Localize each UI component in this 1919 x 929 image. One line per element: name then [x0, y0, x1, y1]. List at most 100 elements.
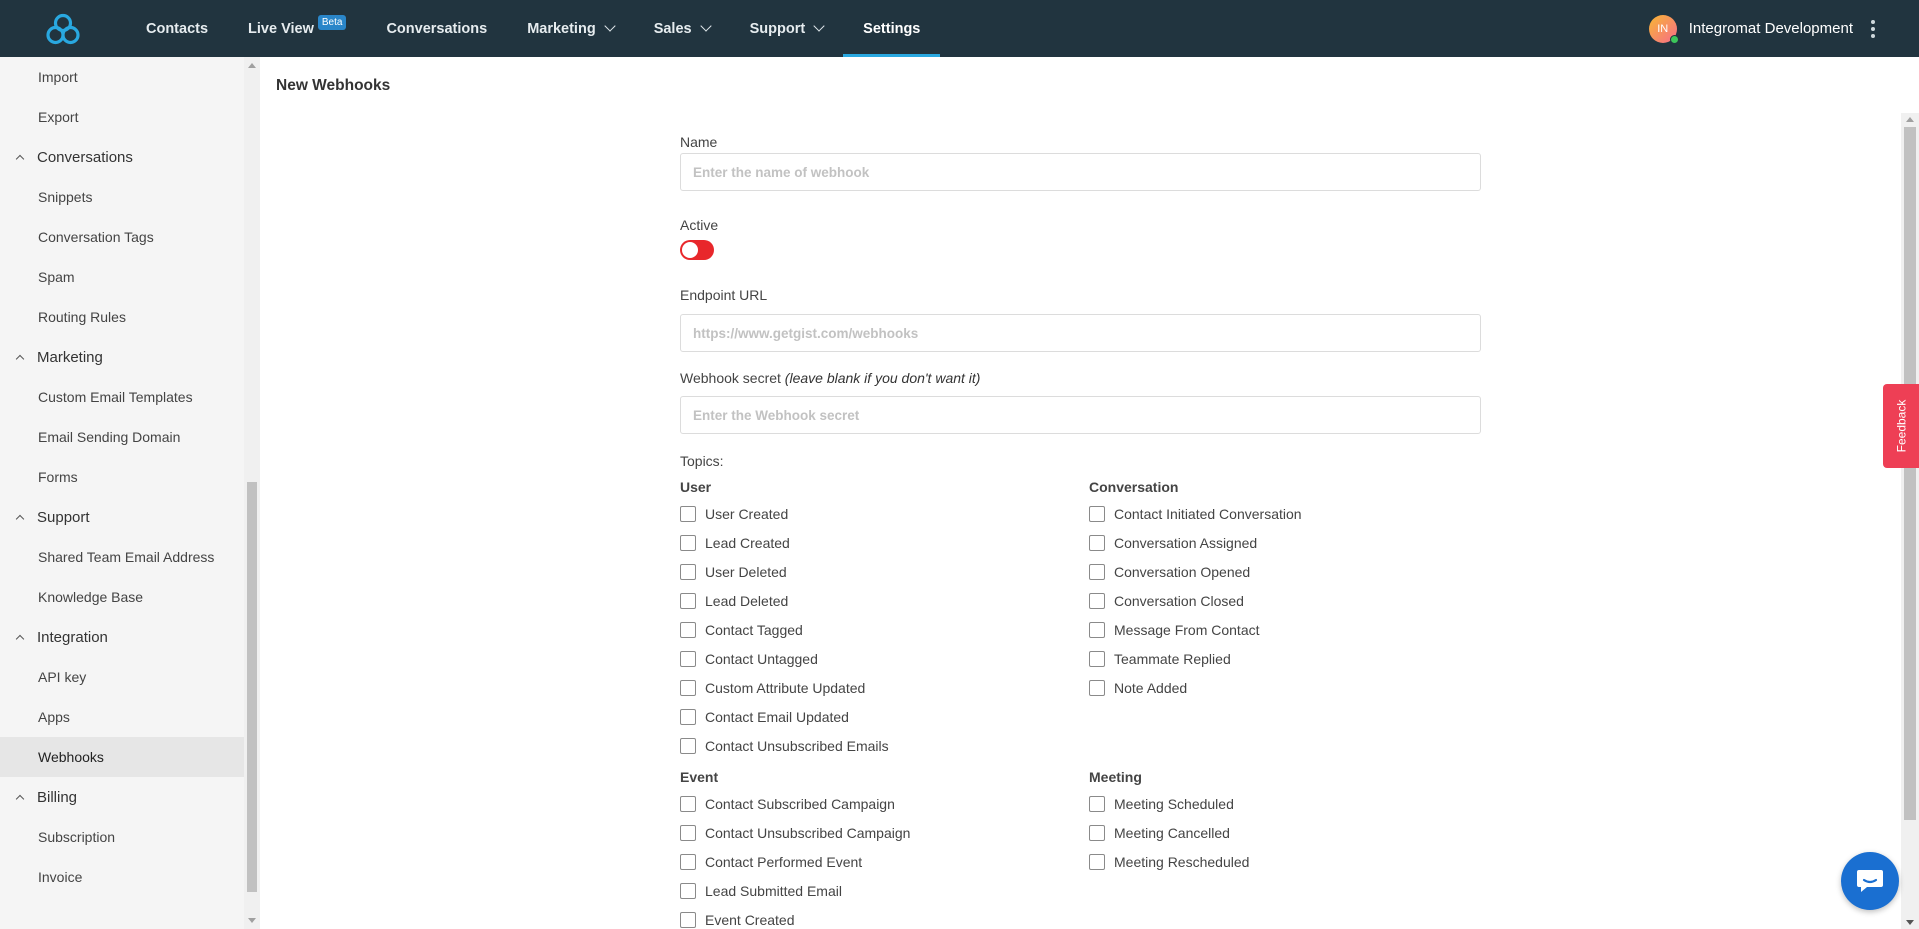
scroll-up-arrow-icon[interactable]	[1906, 117, 1914, 122]
topic-contact-unsubscribed-campaign[interactable]: Contact Unsubscribed Campaign	[680, 823, 910, 843]
checkbox[interactable]	[680, 593, 696, 609]
scroll-up-arrow-icon[interactable]	[248, 63, 256, 68]
checkbox[interactable]	[1089, 796, 1105, 812]
checkbox[interactable]	[680, 825, 696, 841]
nav-item-support[interactable]: Support	[730, 0, 844, 57]
sidebar-item-import[interactable]: Import	[0, 57, 244, 97]
sidebar-item-label: Billing	[37, 788, 78, 806]
checkbox-label: Contact Untagged	[705, 651, 818, 667]
checkbox[interactable]	[680, 651, 696, 667]
scroll-down-arrow-icon[interactable]	[1906, 920, 1914, 925]
sidebar-item-webhooks[interactable]: Webhooks	[0, 737, 244, 777]
sidebar-item-knowledge-base[interactable]: Knowledge Base	[0, 577, 244, 617]
nav-item-sales[interactable]: Sales	[634, 0, 730, 57]
checkbox[interactable]	[1089, 854, 1105, 870]
topic-group-meeting-title: Meeting	[1089, 769, 1142, 785]
active-toggle[interactable]	[680, 240, 714, 260]
sidebar-item-email-sending-domain[interactable]: Email Sending Domain	[0, 417, 244, 457]
name-input[interactable]	[680, 153, 1481, 191]
checkbox[interactable]	[1089, 506, 1105, 522]
gist-logo-icon[interactable]	[0, 0, 126, 57]
sidebar-item-snippets[interactable]: Snippets	[0, 177, 244, 217]
checkbox[interactable]	[1089, 651, 1105, 667]
topic-meeting-scheduled[interactable]: Meeting Scheduled	[1089, 794, 1234, 814]
sidebar-scroll-thumb[interactable]	[247, 482, 257, 892]
checkbox[interactable]	[1089, 535, 1105, 551]
checkbox[interactable]	[680, 738, 696, 754]
topic-note-added[interactable]: Note Added	[1089, 678, 1187, 698]
sidebar-item-spam[interactable]: Spam	[0, 257, 244, 297]
sidebar-item-custom-email-templates[interactable]: Custom Email Templates	[0, 377, 244, 417]
sidebar-item-invoice[interactable]: Invoice	[0, 857, 244, 897]
checkbox[interactable]	[680, 622, 696, 638]
checkbox[interactable]	[680, 912, 696, 928]
sidebar-item-shared-team-email-address[interactable]: Shared Team Email Address	[0, 537, 244, 577]
sidebar-item-conversation-tags[interactable]: Conversation Tags	[0, 217, 244, 257]
topic-contact-tagged[interactable]: Contact Tagged	[680, 620, 803, 640]
topic-conversation-assigned[interactable]: Conversation Assigned	[1089, 533, 1257, 553]
topic-contact-unsubscribed-emails[interactable]: Contact Unsubscribed Emails	[680, 736, 889, 756]
checkbox[interactable]	[680, 535, 696, 551]
topic-contact-untagged[interactable]: Contact Untagged	[680, 649, 818, 669]
topic-teammate-replied[interactable]: Teammate Replied	[1089, 649, 1231, 669]
chat-bubble-icon[interactable]	[1841, 852, 1899, 910]
checkbox[interactable]	[680, 796, 696, 812]
topic-conversation-opened[interactable]: Conversation Opened	[1089, 562, 1250, 582]
sidebar-item-marketing[interactable]: Marketing	[0, 337, 244, 377]
sidebar-item-support[interactable]: Support	[0, 497, 244, 537]
feedback-tab[interactable]: Feedback	[1883, 384, 1919, 468]
sidebar-item-api-key[interactable]: API key	[0, 657, 244, 697]
checkbox[interactable]	[680, 564, 696, 580]
topic-lead-created[interactable]: Lead Created	[680, 533, 790, 553]
topic-lead-deleted[interactable]: Lead Deleted	[680, 591, 788, 611]
sidebar-item-billing[interactable]: Billing	[0, 777, 244, 817]
topic-contact-email-updated[interactable]: Contact Email Updated	[680, 707, 849, 727]
sidebar-item-routing-rules[interactable]: Routing Rules	[0, 297, 244, 337]
main-scrollbar[interactable]	[1901, 113, 1919, 929]
nav-item-conversations[interactable]: Conversations	[366, 0, 507, 57]
checkbox[interactable]	[1089, 593, 1105, 609]
sidebar-item-apps[interactable]: Apps	[0, 697, 244, 737]
topic-message-from-contact[interactable]: Message From Contact	[1089, 620, 1260, 640]
nav-item-live-view[interactable]: Live View Beta	[228, 0, 366, 57]
sidebar-item-conversations[interactable]: Conversations	[0, 137, 244, 177]
avatar[interactable]: IN	[1648, 14, 1679, 44]
checkbox[interactable]	[1089, 622, 1105, 638]
sidebar-item-forms[interactable]: Forms	[0, 457, 244, 497]
account-name[interactable]: Integromat Development	[1689, 20, 1853, 37]
checkbox[interactable]	[680, 883, 696, 899]
checkbox[interactable]	[680, 506, 696, 522]
checkbox[interactable]	[680, 680, 696, 696]
nav-item-marketing[interactable]: Marketing	[507, 0, 634, 57]
nav-item-contacts[interactable]: Contacts	[126, 0, 228, 57]
account-area: IN Integromat Development	[1648, 0, 1919, 57]
checkbox[interactable]	[1089, 564, 1105, 580]
kebab-menu-icon[interactable]	[1871, 19, 1875, 38]
main-scroll-thumb[interactable]	[1904, 127, 1916, 820]
topic-custom-attribute-updated[interactable]: Custom Attribute Updated	[680, 678, 865, 698]
topic-contact-performed-event[interactable]: Contact Performed Event	[680, 852, 862, 872]
sidebar-scrollbar[interactable]	[244, 57, 260, 929]
endpoint-url-input[interactable]	[680, 314, 1481, 352]
checkbox[interactable]	[680, 709, 696, 725]
checkbox[interactable]	[680, 854, 696, 870]
topic-event-created[interactable]: Event Created	[680, 910, 795, 929]
checkbox[interactable]	[1089, 825, 1105, 841]
topic-contact-initiated-conversation[interactable]: Contact Initiated Conversation	[1089, 504, 1302, 524]
topic-user-deleted[interactable]: User Deleted	[680, 562, 787, 582]
topic-contact-subscribed-campaign[interactable]: Contact Subscribed Campaign	[680, 794, 895, 814]
sidebar-item-export[interactable]: Export	[0, 97, 244, 137]
scroll-down-arrow-icon[interactable]	[248, 918, 256, 923]
topic-lead-submitted-email[interactable]: Lead Submitted Email	[680, 881, 842, 901]
sidebar-item-subscription[interactable]: Subscription	[0, 817, 244, 857]
online-status-dot	[1669, 34, 1679, 44]
topic-user-created[interactable]: User Created	[680, 504, 788, 524]
nav-item-settings[interactable]: Settings	[843, 0, 941, 57]
topic-conversation-closed[interactable]: Conversation Closed	[1089, 591, 1244, 611]
webhook-secret-input[interactable]	[680, 396, 1481, 434]
topic-meeting-rescheduled[interactable]: Meeting Rescheduled	[1089, 852, 1249, 872]
topic-meeting-cancelled[interactable]: Meeting Cancelled	[1089, 823, 1230, 843]
checkbox-label: Lead Created	[705, 535, 790, 551]
sidebar-item-integration[interactable]: Integration	[0, 617, 244, 657]
checkbox[interactable]	[1089, 680, 1105, 696]
